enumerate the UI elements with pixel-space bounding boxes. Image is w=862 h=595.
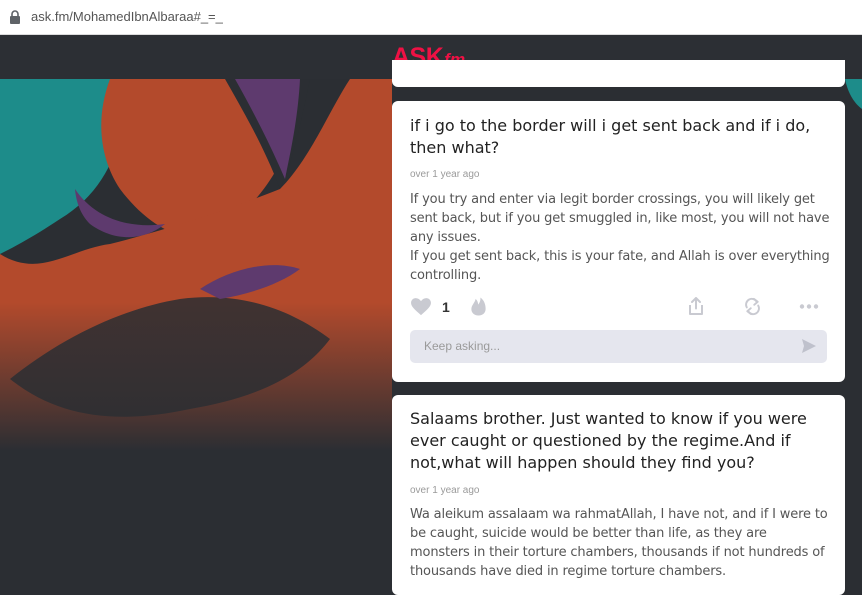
- keep-asking-input[interactable]: [422, 338, 786, 354]
- question-card: if i go to the border will i get sent ba…: [392, 101, 845, 382]
- like-count: 1: [442, 299, 450, 315]
- answer-text: If you try and enter via legit border cr…: [410, 190, 830, 285]
- share-icon[interactable]: [687, 297, 705, 316]
- more-options-icon[interactable]: [799, 297, 819, 316]
- question-card: Salaams brother. Just wanted to know if …: [392, 395, 845, 595]
- browser-address-bar[interactable]: ask.fm/MohamedIbnAlbaraa#_=_: [0, 0, 862, 35]
- lock-icon: [10, 10, 20, 24]
- heart-icon[interactable]: [410, 297, 432, 316]
- post-timestamp[interactable]: over 1 year ago: [410, 169, 480, 180]
- post-actions: 1: [410, 297, 830, 317]
- question-text[interactable]: if i go to the border will i get sent ba…: [410, 115, 825, 159]
- keep-asking-field[interactable]: [410, 330, 827, 363]
- send-icon[interactable]: [801, 338, 817, 354]
- fire-icon[interactable]: [470, 297, 487, 316]
- answer-paragraph: If you get sent back, this is your fate,…: [410, 249, 830, 283]
- answer-paragraph: Wa aleikum assalaam wa rahmatAllah, I ha…: [410, 507, 828, 579]
- answer-text: Wa aleikum assalaam wa rahmatAllah, I ha…: [410, 505, 830, 581]
- answer-paragraph: If you try and enter via legit border cr…: [410, 192, 830, 245]
- question-text[interactable]: Salaams brother. Just wanted to know if …: [410, 408, 825, 474]
- post-timestamp[interactable]: over 1 year ago: [410, 485, 480, 496]
- url-text: ask.fm/MohamedIbnAlbaraa#_=_: [31, 9, 223, 24]
- previous-post-card: [392, 60, 845, 87]
- repost-icon[interactable]: [743, 297, 762, 316]
